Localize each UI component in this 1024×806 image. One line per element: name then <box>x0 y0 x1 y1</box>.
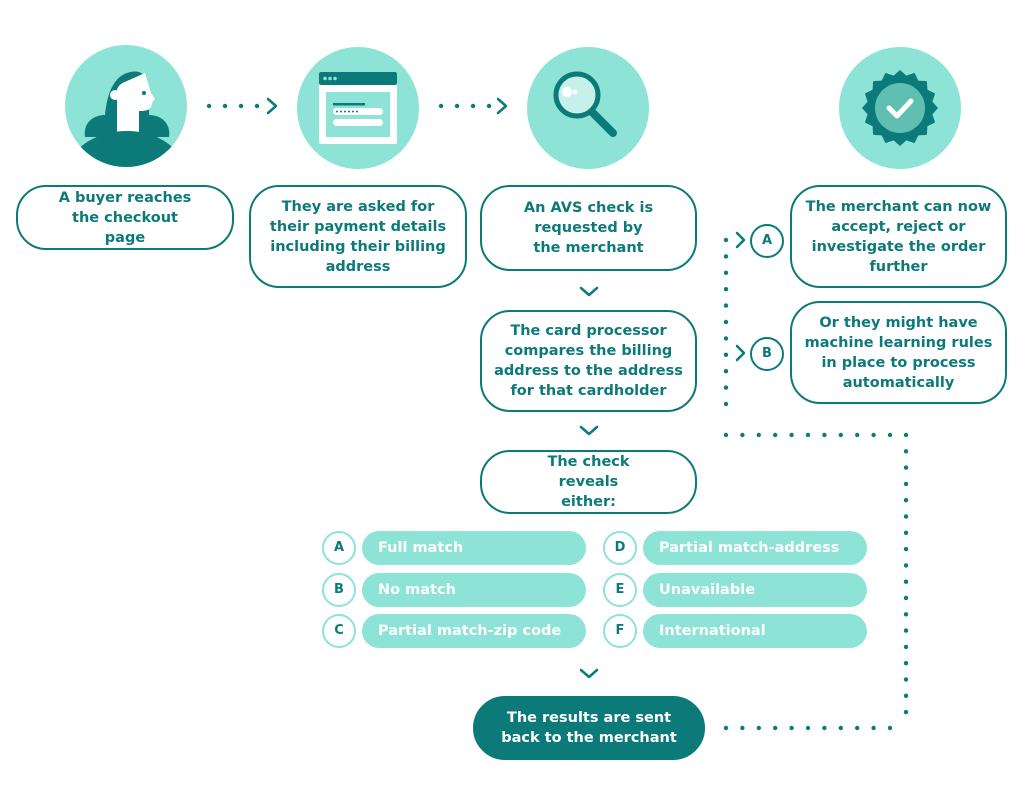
outcome-letter-f: F <box>603 614 637 648</box>
outcome-partial-zip: Partial match-zip code <box>362 614 586 648</box>
connector-dot <box>254 103 260 109</box>
chevron-down-icon <box>579 286 599 297</box>
connector-dot <box>723 432 729 438</box>
connector-dot <box>740 432 745 438</box>
outcome-letter-a: A <box>322 531 356 565</box>
connector-dot <box>903 449 909 454</box>
connector-dot <box>871 725 876 731</box>
connector-dot <box>470 103 476 109</box>
step-reveal: The check reveals either: <box>480 450 697 514</box>
arrow-head-a <box>735 231 746 249</box>
connector-dot <box>903 579 909 584</box>
step-avs: An AVS check is requested by the merchan… <box>480 185 697 271</box>
outcome-letter-d: D <box>603 531 637 565</box>
connector-dot <box>773 725 778 731</box>
arrow-head-1 <box>266 97 278 115</box>
buyer-icon-circle <box>65 45 187 167</box>
payment-icon-circle <box>297 47 419 169</box>
connector-dot <box>838 432 843 438</box>
connector-dot <box>903 498 909 503</box>
connector-dot <box>903 481 909 487</box>
connector-dot <box>723 401 729 407</box>
merchant-option-a-badge: A <box>750 224 784 258</box>
connector-dot <box>903 612 909 617</box>
connector-dot <box>903 709 909 715</box>
connector-dot <box>723 385 729 390</box>
connector-dot <box>903 563 909 568</box>
connector-dot <box>454 103 460 109</box>
connector-dot <box>903 677 909 682</box>
connector-dot <box>903 595 909 601</box>
connector-dot <box>805 432 811 438</box>
outcome-unavailable: Unavailable <box>643 573 867 607</box>
connector-dot <box>438 103 444 109</box>
connector-dot <box>903 693 909 698</box>
connector-dot <box>903 432 909 438</box>
verified-badge-icon <box>862 70 938 146</box>
browser-form-icon <box>319 72 397 144</box>
connector-dot <box>723 287 729 292</box>
connector-dot <box>723 254 729 259</box>
connector-dot <box>855 725 860 731</box>
connector-dot <box>756 432 761 438</box>
outcome-letter-e: E <box>603 573 637 607</box>
arrow-head-b <box>735 344 746 362</box>
connector-dot <box>723 725 729 731</box>
magnifier-icon <box>553 71 617 137</box>
connector-dot <box>903 661 909 666</box>
connector-dot <box>773 432 778 438</box>
connector-dot <box>723 303 729 308</box>
connector-dot <box>723 336 729 341</box>
connector-dot <box>822 432 827 438</box>
connector-dot <box>723 369 729 374</box>
connector-dot <box>723 319 729 325</box>
merchant-icon-circle <box>839 47 961 169</box>
connector-dot <box>206 103 212 109</box>
connector-dot <box>887 725 893 731</box>
outcome-letter-b: B <box>322 573 356 607</box>
connector-dot <box>789 725 794 731</box>
connector-dot <box>903 644 909 650</box>
connector-dot <box>723 352 729 357</box>
merchant-option-a: The merchant can now accept, reject or i… <box>790 185 1007 288</box>
outcome-full-match: Full match <box>362 531 586 565</box>
connector-dot <box>723 237 729 243</box>
avs-icon-circle <box>527 47 649 169</box>
connector-dot <box>723 270 729 275</box>
chevron-down-icon <box>579 425 599 436</box>
connector-dot <box>838 725 843 731</box>
merchant-option-b: Or they might have machine learning rule… <box>790 301 1007 404</box>
step-results: The results are sent back to the merchan… <box>473 696 705 760</box>
outcome-no-match: No match <box>362 573 586 607</box>
arrow-head-2 <box>496 97 508 115</box>
connector-dot <box>871 432 876 438</box>
step-buyer: A buyer reaches the checkout page <box>16 185 234 250</box>
outcome-letter-c: C <box>322 614 356 648</box>
connector-dot <box>822 725 827 731</box>
connector-dot <box>222 103 228 109</box>
connector-dot <box>855 432 860 438</box>
connector-dot <box>903 465 909 470</box>
connector-dot <box>805 725 811 731</box>
outcome-international: International <box>643 614 867 648</box>
step-payment: They are asked for their payment details… <box>249 185 467 288</box>
connector-dot <box>789 432 794 438</box>
merchant-option-b-badge: B <box>750 337 784 371</box>
connector-dot <box>486 103 492 109</box>
outcome-partial-address: Partial match-address <box>643 531 867 565</box>
connector-dot <box>238 103 244 109</box>
chevron-down-icon <box>579 668 599 679</box>
connector-dot <box>740 725 745 731</box>
connector-dot <box>903 628 909 633</box>
connector-dot <box>756 725 761 731</box>
connector-dot <box>903 546 909 552</box>
connector-dot <box>887 432 893 438</box>
person-icon <box>65 71 187 167</box>
step-compare: The card processor compares the billing … <box>480 310 697 412</box>
connector-dot <box>903 530 909 535</box>
connector-dot <box>903 514 909 519</box>
